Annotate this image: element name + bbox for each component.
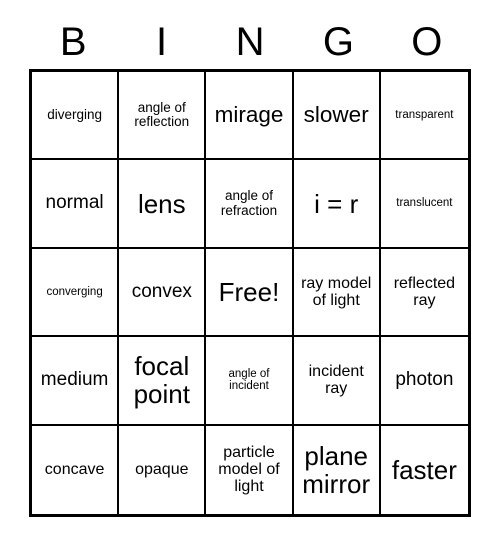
- bingo-cell-label: particle model of light: [218, 443, 280, 496]
- bingo-cell-label: focal point: [133, 351, 190, 410]
- bingo-cell[interactable]: angle of refraction: [206, 160, 294, 249]
- bingo-cell[interactable]: concave: [32, 425, 120, 514]
- bingo-cell[interactable]: angle of reflection: [119, 72, 207, 161]
- bingo-cell[interactable]: angle of incident: [206, 337, 294, 426]
- bingo-cell-label: convex: [131, 280, 192, 302]
- bingo-cell-free[interactable]: Free!: [206, 248, 294, 338]
- bingo-cell[interactable]: particle model of light: [206, 425, 294, 514]
- bingo-cell-label: angle of incident: [228, 367, 270, 393]
- bingo-cell[interactable]: diverging: [32, 72, 120, 161]
- bingo-card: B I N G O diverging angle of reflection mi…: [0, 0, 501, 544]
- bingo-cell-label: ray model of light: [301, 274, 372, 309]
- bingo-cell[interactable]: focal point: [119, 337, 207, 426]
- bingo-cell-label: angle of refraction: [220, 188, 278, 218]
- bingo-cell-label: Free!: [218, 276, 280, 307]
- bingo-cell[interactable]: reflected ray: [380, 248, 468, 338]
- bingo-cell[interactable]: slower: [293, 72, 381, 161]
- bingo-cell[interactable]: normal: [32, 160, 120, 249]
- bingo-cell-label: i = r: [314, 188, 359, 219]
- bingo-cell-label: incident ray: [308, 363, 364, 398]
- bingo-cell[interactable]: ray model of light: [293, 248, 381, 338]
- bingo-cell[interactable]: converging: [32, 248, 120, 338]
- bingo-cell-label: slower: [303, 102, 369, 128]
- bingo-header-letter-o: O: [411, 19, 443, 64]
- bingo-cell-label: medium: [40, 369, 109, 391]
- bingo-cell[interactable]: photon: [380, 337, 468, 426]
- bingo-cell[interactable]: faster: [380, 425, 468, 514]
- bingo-cell-label: opaque: [135, 461, 189, 479]
- bingo-cell-label: reflected ray: [393, 274, 456, 309]
- bingo-header-letter-n: N: [235, 19, 265, 64]
- bingo-cell-label: transparent: [395, 108, 454, 121]
- bingo-cell-label: concave: [44, 461, 105, 479]
- bingo-cell-label: diverging: [47, 106, 102, 122]
- bingo-cell-label: mirage: [214, 102, 284, 128]
- bingo-cell-label: translucent: [396, 197, 453, 210]
- bingo-header-letter-g: G: [322, 19, 354, 64]
- bingo-cell[interactable]: translucent: [380, 160, 468, 249]
- bingo-cell[interactable]: lens: [119, 160, 207, 249]
- bingo-cell-label: angle of reflection: [134, 99, 190, 130]
- bingo-grid: diverging angle of reflection mirage slower…: [29, 69, 471, 517]
- bingo-cell-label: lens: [137, 188, 186, 219]
- bingo-header: B I N G O: [29, 14, 471, 69]
- bingo-cell-label: converging: [46, 285, 103, 298]
- bingo-cell[interactable]: transparent: [380, 72, 468, 161]
- bingo-cell-label: normal: [45, 192, 104, 214]
- bingo-cell[interactable]: opaque: [119, 425, 207, 514]
- bingo-cell-label: plane mirror: [302, 440, 371, 499]
- bingo-cell[interactable]: mirage: [206, 72, 294, 161]
- bingo-cell[interactable]: incident ray: [293, 337, 381, 426]
- bingo-cell[interactable]: i = r: [293, 160, 381, 249]
- bingo-header-letter-b: B: [59, 19, 87, 64]
- bingo-header-letter-i: I: [156, 19, 168, 64]
- bingo-cell-label: faster: [391, 454, 457, 485]
- bingo-cell[interactable]: convex: [119, 248, 207, 338]
- bingo-cell-label: photon: [395, 369, 454, 391]
- bingo-cell[interactable]: medium: [32, 337, 120, 426]
- bingo-cell[interactable]: plane mirror: [293, 425, 381, 514]
